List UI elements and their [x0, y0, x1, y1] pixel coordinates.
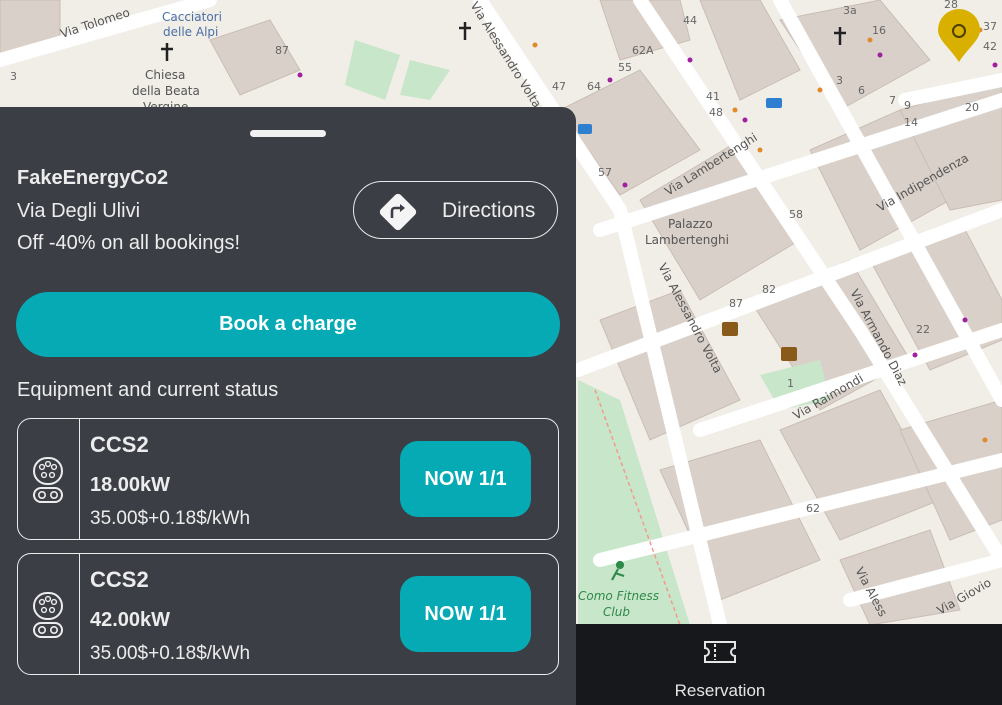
tab-reservation[interactable]: Reservation	[640, 624, 800, 705]
charger-price: 35.00$+0.18$/kWh	[90, 508, 251, 529]
svg-text:87: 87	[729, 297, 743, 310]
promo-text: Off -40% on all bookings!	[17, 232, 241, 254]
svg-text:62A: 62A	[632, 44, 654, 57]
svg-text:1: 1	[787, 377, 794, 390]
svg-text:20: 20	[965, 101, 979, 114]
station-address: Via Degli Ulivi	[17, 200, 141, 222]
poi-label: Chiesa	[145, 68, 185, 82]
svg-text:3: 3	[10, 70, 17, 83]
poi-label: Club	[603, 605, 630, 619]
availability-badge[interactable]: NOW 1/1	[400, 576, 531, 652]
ccs2-connector-icon	[33, 592, 63, 638]
connector-type: CCS2	[90, 567, 149, 592]
svg-text:47: 47	[552, 80, 566, 93]
svg-text:58: 58	[789, 208, 803, 221]
charger-price: 35.00$+0.18$/kWh	[90, 643, 251, 664]
directions-button[interactable]: Directions	[353, 181, 558, 239]
provider-name: FakeEnergyCo2	[17, 167, 169, 189]
poi-label: Lambertenghi	[645, 233, 729, 247]
svg-text:48: 48	[709, 106, 723, 119]
svg-text:6: 6	[858, 84, 865, 97]
charger-card[interactable]: CCS2 42.00kW 35.00$+0.18$/kWh NOW 1/1	[17, 553, 559, 675]
svg-text:37: 37	[983, 20, 997, 33]
connector-type: CCS2	[90, 432, 149, 457]
connector-icon-column	[18, 419, 80, 539]
svg-text:14: 14	[904, 116, 918, 129]
charger-power: 42.00kW	[90, 609, 171, 631]
station-details-panel: FakeEnergyCo2 Via Degli Ulivi Off -40% o…	[0, 107, 576, 705]
svg-text:41: 41	[706, 90, 720, 103]
book-charge-button[interactable]: Book a charge	[16, 292, 560, 357]
directions-icon	[379, 193, 417, 231]
svg-text:64: 64	[587, 80, 601, 93]
poi-label: della Beata	[132, 84, 200, 98]
ticket-icon	[704, 641, 736, 663]
charger-card[interactable]: CCS2 18.00kW 35.00$+0.18$/kWh NOW 1/1	[17, 418, 559, 540]
svg-text:9: 9	[904, 99, 911, 112]
directions-label: Directions	[442, 199, 536, 222]
svg-text:3a: 3a	[843, 4, 857, 17]
charger-power: 18.00kW	[90, 474, 171, 496]
availability-badge[interactable]: NOW 1/1	[400, 441, 531, 517]
poi-label: Cacciatori	[162, 10, 222, 24]
svg-text:57: 57	[598, 166, 612, 179]
ccs2-connector-icon	[33, 457, 63, 503]
connector-icon-column	[18, 554, 80, 674]
svg-text:87: 87	[275, 44, 289, 57]
svg-text:7: 7	[889, 94, 896, 107]
svg-text:22: 22	[916, 323, 930, 336]
svg-text:44: 44	[683, 14, 697, 27]
svg-text:55: 55	[618, 61, 632, 74]
tab-reservation-label: Reservation	[674, 681, 766, 700]
svg-text:82: 82	[762, 283, 776, 296]
svg-text:3: 3	[836, 74, 843, 87]
svg-text:16: 16	[872, 24, 886, 37]
equipment-section-title: Equipment and current status	[17, 379, 279, 401]
svg-text:42: 42	[983, 40, 997, 53]
poi-label: delle Alpi	[163, 25, 218, 39]
drag-handle[interactable]	[250, 130, 326, 137]
poi-label: Como Fitness	[578, 589, 659, 603]
svg-text:62: 62	[806, 502, 820, 515]
poi-label: Palazzo	[668, 217, 713, 231]
